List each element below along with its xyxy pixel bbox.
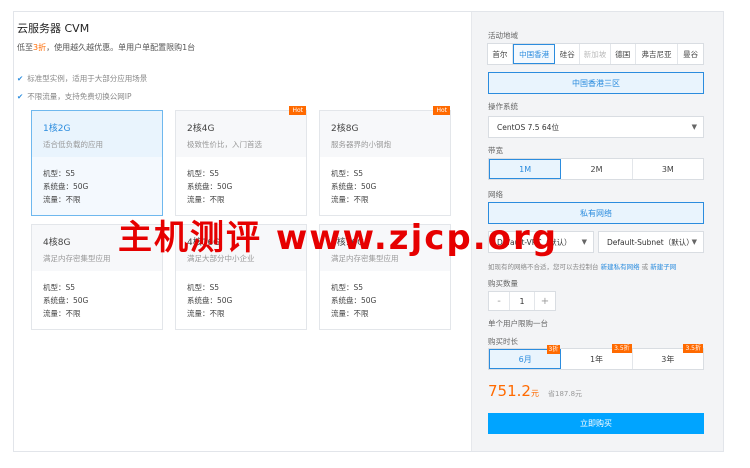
caret-down-icon: ▼ bbox=[691, 123, 697, 131]
hot-badge: Hot bbox=[433, 106, 450, 115]
discount-badge: 3折 bbox=[546, 345, 561, 354]
hot-badge: Hot bbox=[289, 106, 306, 115]
total-price: 751.2元 bbox=[488, 382, 539, 400]
network-hint: 如现有的网络不合适，您可以去控制台 新建私有网络 或 新建子网 bbox=[488, 263, 677, 271]
decrement-button[interactable]: - bbox=[489, 292, 509, 310]
caret-down-icon: ▼ bbox=[581, 238, 587, 246]
region-selector: 首尔 中国香港 硅谷 新加坡 德国 弗吉尼亚 曼谷 bbox=[487, 43, 704, 65]
region-virginia[interactable]: 弗吉尼亚 bbox=[636, 44, 679, 64]
os-label: 操作系统 bbox=[488, 102, 518, 111]
page-title: 云服务器 CVM bbox=[17, 22, 90, 35]
subnet-select[interactable]: Default-Subnet（默认） ▼ bbox=[598, 231, 704, 253]
check-icon: ✔ bbox=[17, 74, 24, 83]
bandwidth-label: 带宽 bbox=[488, 146, 503, 155]
region-bangkok[interactable]: 曼谷 bbox=[678, 44, 703, 64]
quantity-value[interactable]: 1 bbox=[509, 292, 535, 310]
instance-card-2c8g[interactable]: Hot 2核8G 服务器界的小钢炮 机型：S5 系统盘：50G 流量：不限 bbox=[319, 106, 451, 216]
create-vpc-link[interactable]: 新建私有网络 bbox=[601, 263, 640, 271]
feature-item: ✔ 标准型实例，适用于大部分应用场景 bbox=[17, 74, 148, 83]
discount-badge: 3.5折 bbox=[683, 344, 703, 353]
duration-3-years[interactable]: 3年 3.5折 bbox=[633, 344, 703, 369]
bandwidth-1m[interactable]: 1M bbox=[489, 159, 562, 179]
instance-card-2c4g[interactable]: Hot 2核4G 极致性价比，入门首选 机型：S5 系统盘：50G 流量：不限 bbox=[175, 106, 307, 216]
check-icon: ✔ bbox=[17, 92, 24, 101]
quantity-stepper: - 1 + bbox=[488, 291, 556, 311]
saving-text: 省187.8元 bbox=[548, 390, 583, 398]
feature-item: ✔ 不限流量，支持免费切换公网IP bbox=[17, 92, 132, 101]
instance-card-1c2g[interactable]: 1核2G 适合低负载的应用 机型：S5 系统盘：50G 流量：不限 bbox=[31, 110, 163, 216]
duration-6-months[interactable]: 6月 3折 bbox=[489, 345, 562, 369]
duration-label: 购买时长 bbox=[488, 337, 518, 346]
region-silicon-valley[interactable]: 硅谷 bbox=[555, 44, 581, 64]
create-subnet-link[interactable]: 新建子网 bbox=[650, 263, 676, 271]
quantity-label: 购买数量 bbox=[488, 279, 518, 288]
region-label: 活动地域 bbox=[488, 31, 518, 40]
caret-down-icon: ▼ bbox=[691, 238, 697, 246]
bandwidth-selector: 1M 2M 3M bbox=[488, 158, 704, 180]
buy-now-button[interactable]: 立即购买 bbox=[488, 413, 704, 434]
bandwidth-2m[interactable]: 2M bbox=[561, 159, 633, 179]
region-hongkong[interactable]: 中国香港 bbox=[512, 44, 556, 64]
bandwidth-3m[interactable]: 3M bbox=[633, 159, 703, 179]
discount-highlight: 3折 bbox=[33, 43, 47, 52]
region-singapore[interactable]: 新加坡 bbox=[580, 44, 611, 64]
zone-selector[interactable]: 中国香港三区 bbox=[488, 72, 704, 94]
discount-badge: 3.5折 bbox=[612, 344, 632, 353]
duration-selector: 6月 3折 1年 3.5折 3年 3.5折 bbox=[488, 344, 704, 370]
region-germany[interactable]: 德国 bbox=[611, 44, 636, 64]
os-select[interactable]: CentOS 7.5 64位 ▼ bbox=[488, 116, 704, 138]
network-label: 网络 bbox=[488, 190, 503, 199]
duration-1-year[interactable]: 1年 3.5折 bbox=[561, 344, 633, 369]
increment-button[interactable]: + bbox=[535, 292, 555, 310]
purchase-limit-note: 单个用户限购一台 bbox=[488, 319, 548, 328]
region-seoul[interactable]: 首尔 bbox=[488, 44, 513, 64]
promo-subtitle: 低至3折，使用越久越优惠。单用户单配置限购1台 bbox=[17, 43, 196, 52]
watermark-text: 主机测评 www.zjcp.org bbox=[118, 218, 559, 258]
